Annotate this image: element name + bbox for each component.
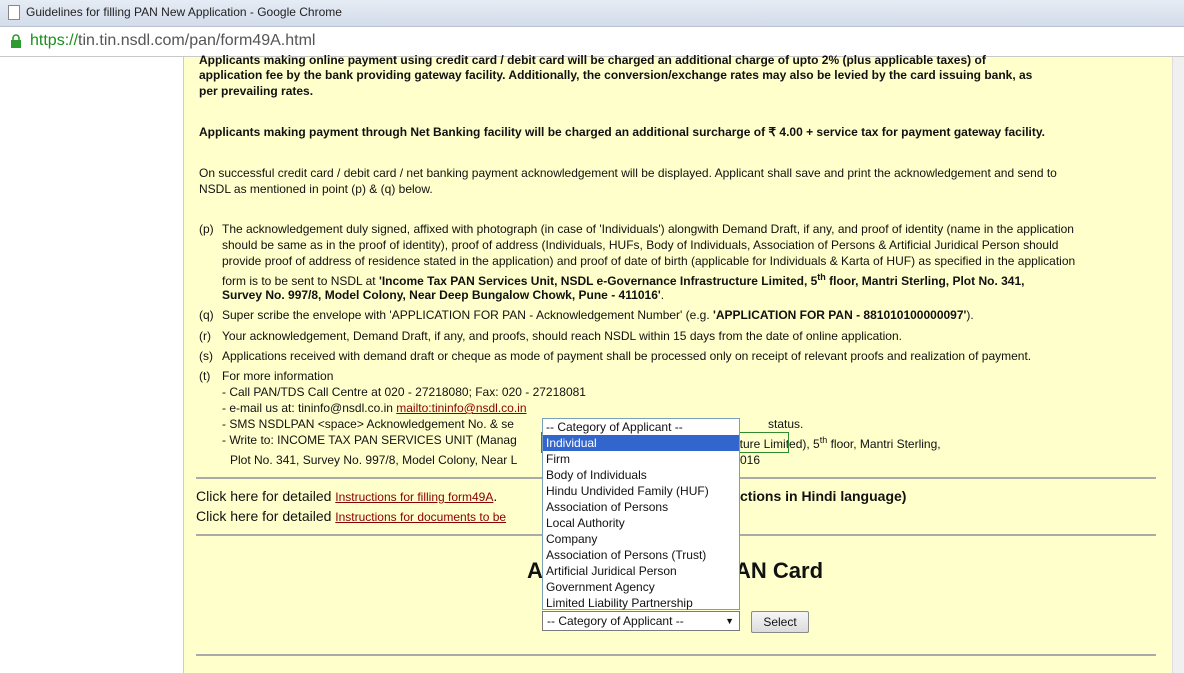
dropdown-option-individual[interactable]: Individual: [543, 435, 739, 451]
point-r-text: Your acknowledgement, Demand Draft, if a…: [222, 329, 902, 343]
url-text[interactable]: https://tin.tin.nsdl.com/pan/form49A.htm…: [30, 32, 315, 50]
instructions-documents-link[interactable]: Instructions for documents to be: [335, 510, 506, 524]
window-title: Guidelines for filling PAN New Applicati…: [26, 5, 342, 19]
address-line-end: 016: [740, 453, 761, 467]
point-q-part2: ).: [966, 308, 974, 322]
url-path: /pan/form49A.html: [184, 32, 316, 49]
point-t-line3: - e-mail us at: tininfo@nsdl.co.in mailt…: [222, 400, 1157, 416]
dropdown-option-placeholder[interactable]: -- Category of Applicant --: [543, 419, 739, 435]
point-p-line3: provide proof of address of residence st…: [222, 254, 1076, 268]
dropdown-option-association-of-persons[interactable]: Association of Persons: [543, 499, 739, 515]
card-charge-line2: application fee by the bank providing ga…: [199, 68, 1033, 82]
dropdown-option-government-agency[interactable]: Government Agency: [543, 579, 739, 595]
dropdown-option-llp[interactable]: Limited Liability Partnership: [543, 595, 739, 611]
vertical-scrollbar[interactable]: [1172, 57, 1184, 673]
select-button[interactable]: Select: [751, 611, 809, 633]
point-q-part1: Super scribe the envelope with 'APPLICAT…: [222, 308, 714, 322]
point-p-line4-text: form is to be sent to NSDL at: [222, 274, 379, 288]
instructions-1-prefix: Click here for detailed: [196, 488, 336, 504]
ack-line1: On successful credit card / debit card /…: [199, 166, 1057, 180]
lock-icon: [11, 34, 21, 48]
address-line-text: Plot No. 341, Survey No. 997/8, Model Co…: [230, 453, 518, 467]
hindi-instructions-text[interactable]: ctions in Hindi language): [740, 488, 906, 504]
dropdown-option-artificial-juridical-person[interactable]: Artificial Juridical Person: [543, 563, 739, 579]
instructions-form49a-link[interactable]: Instructions for filling form49A: [335, 490, 493, 504]
email-link[interactable]: mailto:tininfo@nsdl.co.in: [396, 401, 526, 415]
point-t-line1: For more information: [222, 369, 334, 383]
nsdl-address-part2: floor, Mantri Sterling, Plot No. 341,: [825, 274, 1025, 288]
instructions-2-prefix: Click here for detailed: [196, 508, 336, 524]
point-t-label: (t): [199, 369, 211, 383]
point-t-line2: - Call PAN/TDS Call Centre at 020 - 2721…: [222, 385, 586, 399]
page-heading-start: A: [527, 558, 543, 583]
ack-line2: NSDL as mentioned in point (p) & (q) bel…: [199, 182, 433, 196]
point-q-example: 'APPLICATION FOR PAN - 881010100000097': [713, 308, 967, 322]
email-text: - e-mail us at: tininfo@nsdl.co.in: [222, 401, 397, 415]
dropdown-option-firm[interactable]: Firm: [543, 451, 739, 467]
card-charge-line3: per prevailing rates.: [199, 84, 314, 98]
dropdown-option-body-of-individuals[interactable]: Body of Individuals: [543, 467, 739, 483]
category-select-value: -- Category of Applicant --: [547, 614, 684, 628]
chevron-down-icon: ▼: [725, 616, 734, 626]
nsdl-address-sup: th: [817, 272, 826, 282]
point-q-label: (q): [199, 308, 214, 322]
url-host: tin.tin.nsdl.com: [78, 32, 185, 49]
sms-text: - SMS NSDLPAN <space> Acknowledgement No…: [222, 417, 514, 431]
point-r-label: (r): [199, 329, 211, 343]
dropdown-option-local-authority[interactable]: Local Authority: [543, 515, 739, 531]
point-p-line2: should be same as in the proof of identi…: [222, 238, 1059, 252]
dropdown-option-company[interactable]: Company: [543, 531, 739, 547]
category-select[interactable]: -- Category of Applicant -- ▼: [542, 611, 740, 631]
point-s-text: Applications received with demand draft …: [222, 349, 1032, 363]
card-charge-line1: Applicants making online payment using c…: [199, 53, 986, 67]
window-titlebar: Guidelines for filling PAN New Applicati…: [0, 0, 1184, 27]
point-p-line5-end: .: [660, 288, 665, 302]
write-to-text: - Write to: INCOME TAX PAN SERVICES UNIT…: [222, 433, 517, 447]
point-p-label: (p): [199, 222, 214, 236]
sms-text-end: status.: [768, 417, 804, 431]
instructions-line-2: Click here for detailed Instructions for…: [196, 508, 506, 524]
instructions-line-1: Click here for detailed Instructions for…: [196, 488, 497, 504]
dropdown-option-aop-trust[interactable]: Association of Persons (Trust): [543, 547, 739, 563]
instructions-1-dot: .: [493, 488, 498, 504]
nsdl-address-part1: 'Income Tax PAN Services Unit, NSDL e-Go…: [378, 274, 818, 288]
divider-3: [196, 654, 1156, 656]
write-to-part3: floor, Mantri Sterling,: [827, 437, 941, 451]
point-p-line1: The acknowledgement duly signed, affixed…: [222, 222, 1074, 236]
url-scheme: https://: [30, 32, 79, 49]
point-p-line4: form is to be sent to NSDL at 'Income Ta…: [222, 269, 1157, 289]
point-q-text: Super scribe the envelope with 'APPLICAT…: [222, 307, 1157, 323]
nsdl-address-part3: Survey No. 997/8, Model Colony, Near Dee…: [222, 288, 661, 302]
dropdown-option-huf[interactable]: Hindu Undivided Family (HUF): [543, 483, 739, 499]
page-icon: [8, 5, 20, 20]
category-dropdown-list[interactable]: -- Category of Applicant -- Individual F…: [542, 418, 740, 610]
netbanking-charge: Applicants making payment through Net Ba…: [199, 125, 1045, 139]
page-heading-end: AN Card: [735, 558, 824, 583]
point-p-line5: Survey No. 997/8, Model Colony, Near Dee…: [222, 287, 1157, 303]
point-s-label: (s): [199, 349, 213, 363]
